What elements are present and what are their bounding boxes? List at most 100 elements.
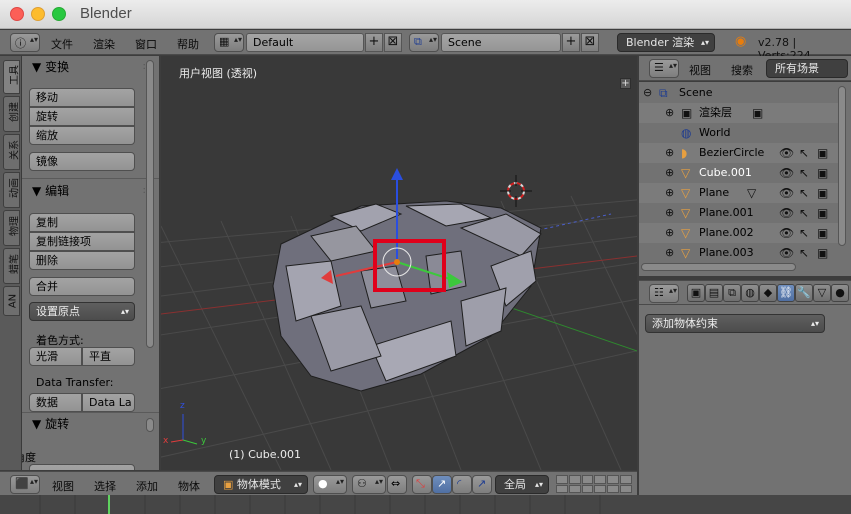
translate-manipulator-button[interactable]: ↗ [432,475,452,494]
outliner-row-beziercircle[interactable]: ⊕ ◗ BezierCircle 👁 ↖ ▣ [639,143,839,163]
tab-an[interactable]: AN [3,286,20,316]
region-toggle-icon[interactable]: + [620,78,631,89]
angle-field[interactable] [29,464,135,470]
outliner-row-plane003[interactable]: ⊕ ▽ Plane.003 👁 ↖ ▣ [639,243,839,263]
shade-smooth-button[interactable]: 光滑 [29,347,82,366]
delete-scene-button[interactable]: ⊠ [581,33,599,52]
z-gizmo-tip[interactable] [391,168,403,180]
collapse-icon[interactable]: ⊖ [643,83,652,103]
duplicate-button[interactable]: 复制 [29,213,135,232]
outliner-editor-type-button[interactable]: ☰ ▴▾ [649,59,679,78]
data-transfer-button[interactable]: 数据 [29,393,82,412]
outliner-row-plane001[interactable]: ⊕ ▽ Plane.001 👁 ↖ ▣ [639,203,839,223]
pivot-manipulate-toggle[interactable]: ⇔ [387,475,407,494]
tab-physics[interactable]: 物理 [3,210,21,246]
add-screen-button[interactable]: + [365,33,383,52]
object-tab[interactable]: ◆ [759,284,777,302]
operator-scrollbar[interactable] [146,418,154,432]
cursor-arrow-icon[interactable]: ↖ [799,203,809,223]
cursor-arrow-icon[interactable]: ↖ [799,163,809,183]
eye-icon[interactable]: 👁 [779,143,794,163]
outliner-display-mode-dropdown[interactable]: 所有场景 [766,59,848,78]
eye-icon[interactable]: 👁 [779,243,794,263]
scale-button[interactable]: 缩放 [29,126,135,145]
delete-screen-button[interactable]: ⊠ [384,33,402,52]
outliner-horizontal-scrollbar[interactable] [641,263,796,271]
mirror-button[interactable]: 镜像 [29,152,135,171]
outliner-menu-view[interactable]: 视图 [689,62,711,78]
transform-orientation-dropdown[interactable]: 全局 ▴▾ [495,475,549,494]
scene-tab[interactable]: ⧉ [723,284,741,302]
3d-viewport[interactable]: z x y 用户视图 (透视) (1) Cube.001 + [161,56,637,470]
maximize-window-button[interactable] [52,7,66,21]
modifiers-tab[interactable]: 🔧 [795,284,813,302]
scale-manipulator-button[interactable]: ↗ [472,475,492,494]
outliner-row-scene[interactable]: ⊖ ⧉ Scene [639,83,839,103]
screen-layout-field[interactable]: Default [246,33,364,52]
camera-icon[interactable]: ▣ [817,243,828,263]
interaction-mode-dropdown[interactable]: ▣ 物体模式 ▴▾ [214,475,308,494]
world-tab[interactable]: ◍ [741,284,759,302]
camera-icon[interactable]: ▣ [817,223,828,243]
add-scene-button[interactable]: + [562,33,580,52]
minimize-window-button[interactable] [31,7,45,21]
duplicate-linked-button[interactable]: 复制链接项 [29,232,135,251]
expand-icon[interactable]: ⊕ [665,203,674,223]
outliner-row-cube001[interactable]: ⊕ ▽ Cube.001 👁 ↖ ▣ [639,163,839,183]
data-tab[interactable]: ▽ [813,284,831,302]
menu-select[interactable]: 选择 [94,478,116,494]
join-button[interactable]: 合并 [29,277,135,296]
editor-type-button[interactable]: ⓘ ▴▾ [10,33,40,52]
cursor-arrow-icon[interactable]: ↖ [799,243,809,263]
shade-flat-button[interactable]: 平直 [82,347,135,366]
rotate-operator-header[interactable]: ▼ 旋转 [26,414,156,434]
scene-field[interactable]: Scene [441,33,561,52]
tab-animation[interactable]: 动画 [3,172,21,208]
expand-icon[interactable]: ⊕ [665,183,674,203]
manipulator-toggle[interactable]: ⤡ [412,475,432,494]
render-engine-dropdown[interactable]: Blender 渲染 ▴▾ [617,33,715,52]
tool-shelf-scrollbar[interactable] [146,60,154,348]
rotate-button[interactable]: 旋转 [29,107,135,126]
tab-tools[interactable]: 工具 [3,60,21,94]
eye-icon[interactable]: 👁 [779,223,794,243]
render-tab[interactable]: ▣ [687,284,705,302]
camera-icon[interactable]: ▣ [817,143,828,163]
eye-icon[interactable]: 👁 [779,183,794,203]
menu-help[interactable]: 帮助 [177,36,199,52]
screen-layout-selector[interactable]: ▦ ▴▾ [214,33,244,52]
menu-add[interactable]: 添加 [136,478,158,494]
render-layers-tab[interactable]: ▤ [705,284,723,302]
material-tab[interactable]: ● [831,284,849,302]
outliner-vertical-scrollbar[interactable] [838,86,846,246]
translate-button[interactable]: 移动 [29,88,135,107]
transform-panel-header[interactable]: ▼ 变换 :::: [26,57,156,77]
delete-button[interactable]: 删除 [29,251,135,270]
menu-window[interactable]: 窗口 [135,36,157,52]
viewport-shading-dropdown[interactable]: ● ▴▾ [313,475,347,494]
outliner-menu-search[interactable]: 搜索 [731,62,753,78]
edit-panel-header[interactable]: ▼ 编辑 :::: [26,181,156,201]
expand-icon[interactable]: ⊕ [665,163,674,183]
layer-buttons[interactable] [556,475,632,493]
outliner-row-world[interactable]: ◍ World [639,123,839,143]
menu-file[interactable]: 文件 [51,36,73,52]
3d-cursor-icon[interactable] [500,175,532,207]
menu-view[interactable]: 视图 [52,478,74,494]
tab-grease-pencil[interactable]: 蜡笔 [3,248,21,284]
tab-relations[interactable]: 关系 [3,134,21,170]
outliner-row-plane002[interactable]: ⊕ ▽ Plane.002 👁 ↖ ▣ [639,223,839,243]
close-window-button[interactable] [10,7,24,21]
camera-icon[interactable]: ▣ [817,163,828,183]
scene-selector[interactable]: ⧉ ▴▾ [409,33,439,52]
expand-icon[interactable]: ⊕ [665,103,674,123]
editor-type-button[interactable]: ⬛ ▴▾ [10,475,40,494]
expand-icon[interactable]: ⊕ [665,143,674,163]
tab-create[interactable]: 创建 [3,96,21,132]
menu-object[interactable]: 物体 [178,478,200,494]
data-layout-button[interactable]: Data La [82,393,135,412]
rotate-manipulator-button[interactable]: ◜ [452,475,472,494]
outliner-row-render-layers[interactable]: ⊕ ▣ 渲染层 ▣ [639,103,839,123]
timeline-strip[interactable] [0,495,851,514]
eye-icon[interactable]: 👁 [779,163,794,183]
